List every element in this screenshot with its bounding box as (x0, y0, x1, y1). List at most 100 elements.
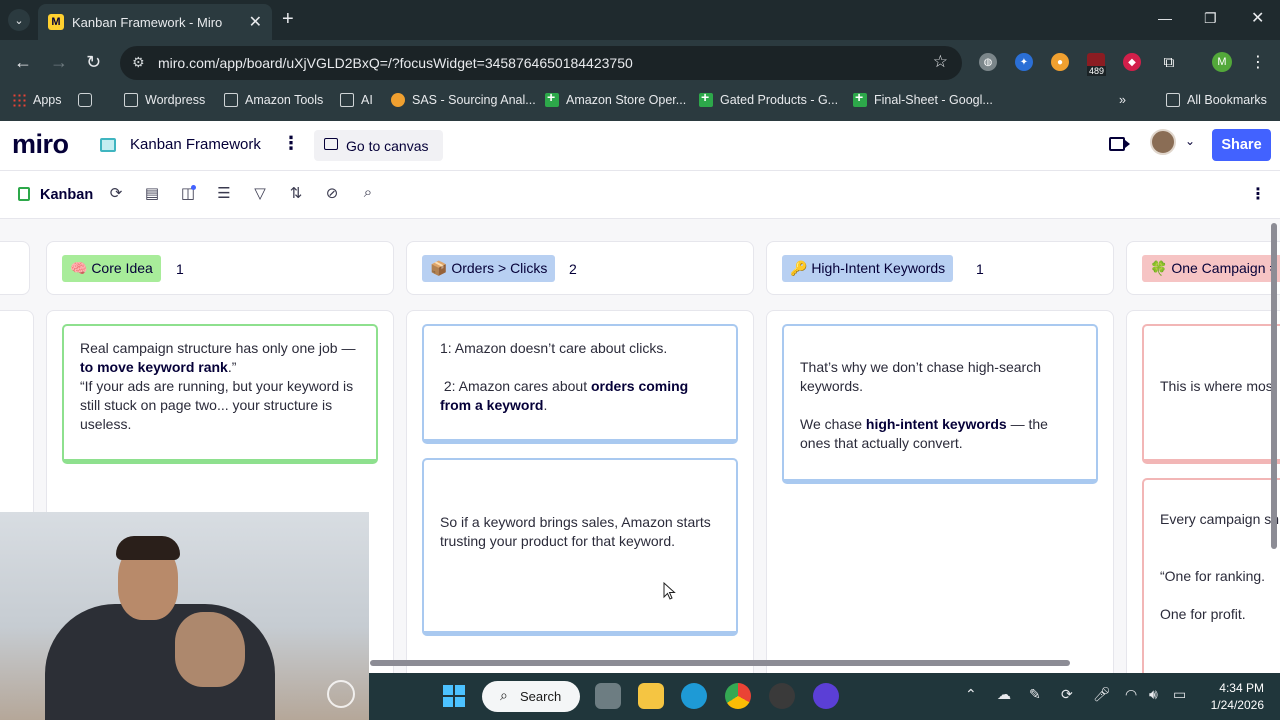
column-body-orders-clicks: 1: Amazon doesn’t care about clicks. 2: … (406, 310, 754, 673)
close-tab-icon[interactable]: ✕ (249, 12, 262, 32)
bookmark-sas[interactable]: SAS - Sourcing Anal... (391, 93, 536, 107)
miro-logo[interactable]: miro (12, 129, 69, 160)
bookmark-amazon-tools[interactable]: Amazon Tools (224, 93, 323, 107)
kanban-toolbar: Kanban ⟳ ▤ ◫ ☰ ▽ ⇅ ⊘ ⌕ ⋮ (0, 171, 1280, 219)
column-count: 1 (976, 261, 984, 277)
minimize-icon[interactable]: — (1158, 10, 1172, 26)
more-options-icon[interactable]: ⋮ (1250, 184, 1266, 204)
video-call-icon[interactable] (1109, 137, 1130, 151)
column-header-orders-clicks[interactable]: 📦 Orders > Clicks 2 (406, 241, 754, 295)
address-bar[interactable]: ⚙ miro.com/app/board/uXjVGLD2BxQ=/?focus… (120, 46, 962, 80)
sheets-icon (545, 89, 559, 107)
board-menu-icon[interactable]: ⋮ (282, 133, 300, 154)
taskbar-search[interactable]: ⌕ Search (482, 681, 580, 712)
bookmark-gated-products[interactable]: Gated Products - G... (699, 89, 838, 107)
board-icon (100, 138, 116, 152)
bookmark-amazon-store[interactable]: Amazon Store Oper... (545, 89, 686, 107)
tab-search-button[interactable]: ⌄ (8, 9, 30, 31)
new-tab-icon[interactable]: + (282, 8, 294, 31)
bookmark-star-icon[interactable]: ☆ (933, 52, 948, 72)
bookmark-apps[interactable]: Apps (12, 93, 62, 107)
kanban-card[interactable]: That’s why we don’t chase high-search ke… (782, 324, 1098, 484)
chrome-icon[interactable] (725, 683, 751, 709)
card-text: 1: Amazon doesn’t care about clicks. 2: … (440, 340, 689, 413)
battery-icon[interactable]: ▭ (1173, 686, 1186, 703)
go-to-canvas-button[interactable]: Go to canvas (314, 130, 443, 161)
back-icon[interactable]: ← (14, 52, 32, 73)
reload-icon[interactable]: ↻ (86, 52, 101, 73)
vertical-scrollbar[interactable] (1271, 223, 1277, 549)
tab-groups-icon[interactable] (78, 93, 99, 107)
sync-icon[interactable]: ⟳ (1061, 686, 1073, 703)
kanban-card[interactable]: 1: Amazon doesn’t care about clicks. 2: … (422, 324, 738, 444)
folder-icon (124, 93, 138, 107)
card-text: Real campaign structure has only one job… (80, 340, 356, 432)
layout-icon[interactable]: ▤ (143, 184, 161, 202)
browser-tab-active[interactable]: M Kanban Framework - Miro ✕ (38, 4, 272, 40)
app-icon[interactable] (813, 683, 839, 709)
column-header-core-idea[interactable]: 🧠 Core Idea 1 (46, 241, 394, 295)
system-clock[interactable]: 4:34 PM 1/24/2026 (1204, 680, 1264, 714)
apps-grid-icon (12, 93, 26, 107)
bookmark-final-sheet[interactable]: Final-Sheet - Googl... (853, 89, 993, 107)
bookmark-all-bookmarks[interactable]: All Bookmarks (1166, 93, 1267, 107)
volume-icon[interactable]: 🔊︎ (1149, 686, 1158, 703)
horizontal-scrollbar[interactable] (370, 660, 1070, 666)
windows-taskbar: ⌕ Search ⌃ ☁ ✎ ⟳ 🎤︎ ◠ 🔊︎ ▭ 4:34 PM 1/24/… (369, 673, 1280, 720)
search-icon: ⌕ (500, 687, 508, 703)
task-view-icon[interactable] (595, 683, 621, 709)
column-header-high-intent[interactable]: 🔑 High-Intent Keywords 1 (766, 241, 1114, 295)
profile-avatar[interactable]: M (1212, 52, 1232, 72)
wifi-icon[interactable]: ◠ (1125, 686, 1137, 703)
share-button[interactable]: Share (1212, 129, 1271, 161)
onedrive-icon[interactable]: ☁ (997, 686, 1011, 703)
bookmark-ai[interactable]: AI (340, 93, 373, 107)
microphone-icon[interactable]: 🎤︎ (1093, 686, 1111, 703)
column-header-one-campaign[interactable]: 🍀 One Campaign = (1126, 241, 1280, 295)
globe-extension-icon[interactable]: ◍ (979, 53, 997, 71)
browser-toolbar: ← → ↻ ⚙ miro.com/app/board/uXjVGLD2BxQ=/… (0, 40, 1280, 85)
miro-favicon-icon: M (48, 14, 64, 30)
edge-icon[interactable] (681, 683, 707, 709)
browser-menu-icon[interactable]: ⋮ (1249, 53, 1267, 71)
column-chip: 🧠 Core Idea (62, 255, 161, 282)
close-window-icon[interactable]: ✕ (1251, 8, 1264, 28)
windows-start-icon[interactable] (443, 685, 465, 707)
pen-icon[interactable]: ✎ (1029, 686, 1041, 703)
extensions-puzzle-icon[interactable]: ⧉ (1160, 53, 1178, 71)
kanban-card[interactable]: Every campaign sh goal.“One for ranking.… (1142, 478, 1280, 673)
presenter-hair (116, 536, 180, 560)
kanban-card[interactable]: Real campaign structure has only one job… (62, 324, 378, 464)
extension-icon[interactable]: ◆ (1123, 53, 1141, 71)
column-chip: 🍀 One Campaign = (1142, 255, 1280, 282)
sync-icon[interactable]: ⟳ (107, 184, 125, 202)
file-explorer-icon[interactable] (638, 683, 664, 709)
search-icon[interactable]: ⌕ (359, 184, 377, 201)
user-avatar[interactable] (1150, 129, 1176, 155)
sort-icon[interactable]: ⇅ (287, 184, 305, 202)
notification-dot (191, 185, 196, 190)
site-info-icon[interactable]: ⚙ (132, 54, 145, 71)
folder-icon (340, 93, 354, 107)
group-icon[interactable]: ☰ (215, 184, 233, 202)
column-header-partial (0, 241, 30, 295)
tab-title: Kanban Framework - Miro (72, 14, 223, 30)
obs-icon[interactable] (769, 683, 795, 709)
bookmark-wordpress[interactable]: Wordpress (124, 93, 205, 107)
extension-icon[interactable]: ✦ (1015, 53, 1033, 71)
tray-overflow-icon[interactable]: ⌃ (965, 686, 977, 703)
url-text: miro.com/app/board/uXjVGLD2BxQ=/?focusWi… (158, 55, 633, 71)
kanban-icon (18, 187, 30, 201)
chevron-down-icon[interactable]: ⌄ (1185, 134, 1195, 148)
bookmarks-overflow-icon[interactable]: » (1119, 93, 1126, 107)
board-title[interactable]: Kanban Framework (130, 136, 261, 153)
kanban-card[interactable]: This is where most (1142, 324, 1280, 464)
restore-icon[interactable]: ❐ (1204, 10, 1217, 27)
browser-tab-strip: ⌄ M Kanban Framework - Miro ✕ + — ❐ ✕ (0, 0, 1280, 40)
extension-icon[interactable]: ● (1051, 53, 1069, 71)
hide-fields-icon[interactable]: ⊘ (323, 184, 341, 202)
forward-icon[interactable]: → (50, 52, 68, 73)
filter-icon[interactable]: ▽ (251, 184, 269, 202)
kanban-title: Kanban (40, 187, 94, 203)
kanban-card[interactable]: So if a keyword brings sales, Amazon sta… (422, 458, 738, 636)
